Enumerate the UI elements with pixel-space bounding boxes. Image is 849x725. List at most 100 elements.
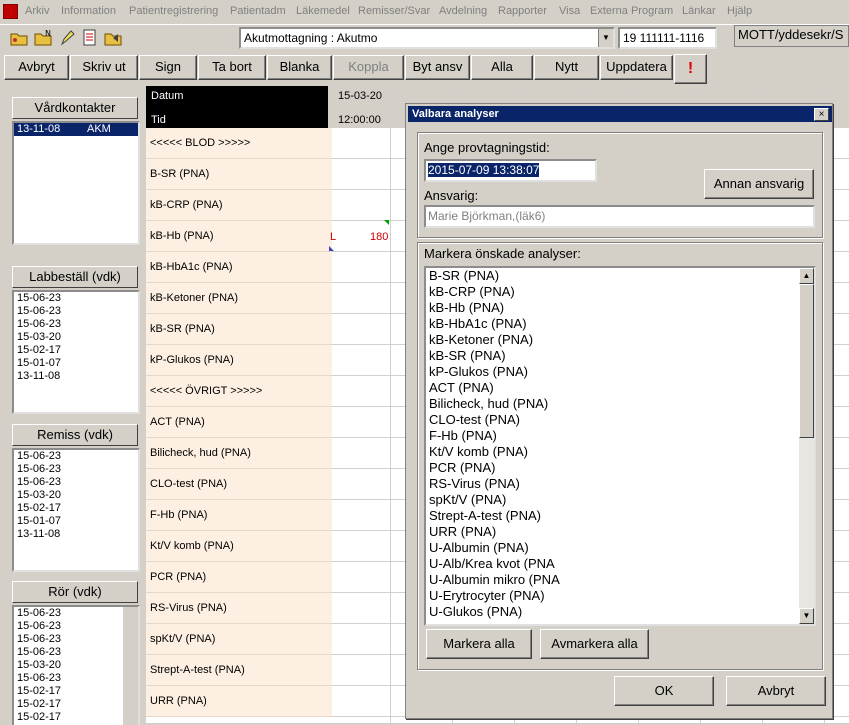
analysis-item[interactable]: PCR (PNA) <box>426 460 814 476</box>
menu-visa[interactable]: Visa <box>559 5 580 17</box>
ror-list[interactable]: 15-06-23 15-06-23 15-06-23 15-06-23 15-0… <box>12 605 140 725</box>
row-label[interactable]: kB-Hb (PNA) <box>146 221 332 252</box>
list-item[interactable]: 15-06-23 <box>14 450 138 463</box>
analysis-item[interactable]: U-Alb/Krea kvot (PNA <box>426 556 814 572</box>
list-item[interactable]: 15-06-23 <box>14 476 138 489</box>
list-item[interactable]: 13-11-08 <box>14 528 138 541</box>
byt-ansv-button[interactable]: Byt ansv <box>405 55 470 80</box>
labbestall-list[interactable]: 15-06-23 15-06-23 15-06-23 15-03-20 15-0… <box>12 290 140 414</box>
row-label[interactable]: RS-Virus (PNA) <box>146 593 332 624</box>
list-item[interactable]: 15-06-23 <box>14 607 138 620</box>
analysis-item[interactable]: RS-Virus (PNA) <box>426 476 814 492</box>
row-label[interactable]: Strept-A-test (PNA) <box>146 655 332 686</box>
vardkontakter-button[interactable]: Vårdkontakter <box>12 97 138 119</box>
scroll-down-icon[interactable]: ▼ <box>799 608 814 624</box>
row-label[interactable]: Kt/V komb (PNA) <box>146 531 332 562</box>
menu-lakemedel[interactable]: Läkemedel <box>296 5 350 17</box>
menu-remisser-svar[interactable]: Remisser/Svar <box>358 5 430 17</box>
list-item[interactable]: 15-06-23 <box>14 672 138 685</box>
provtagningstid-input[interactable]: 2015-07-09 13:38:07 <box>424 159 597 182</box>
list-item[interactable]: 15-06-23 <box>14 620 138 633</box>
row-label[interactable]: ACT (PNA) <box>146 407 332 438</box>
row-label[interactable]: kB-HbA1c (PNA) <box>146 252 332 283</box>
list-item[interactable]: 15-02-17 <box>14 344 138 357</box>
row-label[interactable]: CLO-test (PNA) <box>146 469 332 500</box>
row-label[interactable]: kB-Ketoner (PNA) <box>146 283 332 314</box>
column-header[interactable]: 15-03-20 12:00:00 <box>328 86 391 128</box>
menu-hjalp[interactable]: Hjälp <box>727 5 752 17</box>
analysis-item[interactable]: kB-HbA1c (PNA) <box>426 316 814 332</box>
row-label[interactable]: B-SR (PNA) <box>146 159 332 190</box>
menu-rapporter[interactable]: Rapporter <box>498 5 547 17</box>
list-item[interactable]: 15-06-23 <box>14 292 138 305</box>
list-item[interactable]: 15-03-20 <box>14 659 138 672</box>
row-label[interactable]: <<<<< BLOD >>>>> <box>146 128 332 159</box>
analysis-item[interactable]: kB-Hb (PNA) <box>426 300 814 316</box>
analysis-item[interactable]: spKt/V (PNA) <box>426 492 814 508</box>
labbestall-button[interactable]: Labbeställ (vdk) <box>12 266 138 288</box>
list-item[interactable]: 15-06-23 <box>14 305 138 318</box>
list-item[interactable]: 15-01-07 <box>14 357 138 370</box>
koppla-button[interactable]: Koppla <box>333 55 404 80</box>
list-item[interactable]: 15-06-23 <box>14 463 138 476</box>
row-label[interactable]: PCR (PNA) <box>146 562 332 593</box>
ror-scrollbar[interactable] <box>123 607 138 725</box>
analysis-item[interactable]: kB-Ketoner (PNA) <box>426 332 814 348</box>
analysis-item[interactable]: CLO-test (PNA) <box>426 412 814 428</box>
analysis-item[interactable]: URR (PNA) <box>426 524 814 540</box>
analysis-item[interactable]: U-Albumin mikro (PNA <box>426 572 814 588</box>
avmarkera-alla-button[interactable]: Avmarkera alla <box>540 629 649 659</box>
remiss-button[interactable]: Remiss (vdk) <box>12 424 138 446</box>
menu-patientregistrering[interactable]: Patientregistrering <box>129 5 218 17</box>
row-label[interactable]: kP-Glukos (PNA) <box>146 345 332 376</box>
analyses-scrollbar[interactable]: ▲ ▼ <box>799 268 814 624</box>
annan-ansvarig-button[interactable]: Annan ansvarig <box>704 169 814 199</box>
alert-button[interactable]: ! <box>674 54 707 84</box>
analysis-item[interactable]: kB-CRP (PNA) <box>426 284 814 300</box>
ror-button[interactable]: Rör (vdk) <box>12 581 138 603</box>
folder-arrow-icon[interactable] <box>104 29 122 47</box>
analysis-item[interactable]: F-Hb (PNA) <box>426 428 814 444</box>
analysis-item[interactable]: kB-SR (PNA) <box>426 348 814 364</box>
list-item[interactable]: 15-03-20 <box>14 489 138 502</box>
document-icon[interactable] <box>81 29 99 47</box>
vardkontakter-list[interactable]: 13-11-08 AKM <box>12 121 140 245</box>
analysis-item[interactable]: kP-Glukos (PNA) <box>426 364 814 380</box>
patient-id-field[interactable]: 19 111111-1116 <box>618 27 717 49</box>
menu-arkiv[interactable]: Arkiv <box>25 5 49 17</box>
open-folder-icon[interactable]: N <box>34 29 52 47</box>
hb-value[interactable]: 180 <box>370 231 388 243</box>
menu-patientadm[interactable]: Patientadm <box>230 5 286 17</box>
avbryt-button[interactable]: Avbryt <box>4 55 69 80</box>
app-icon[interactable] <box>3 4 18 19</box>
row-label[interactable]: kB-CRP (PNA) <box>146 190 332 221</box>
analysis-item[interactable]: Kt/V komb (PNA) <box>426 444 814 460</box>
sign-button[interactable]: Sign <box>139 55 197 80</box>
pencil-icon[interactable] <box>58 29 76 47</box>
uppdatera-button[interactable]: Uppdatera <box>600 55 673 80</box>
row-label[interactable]: <<<<< ÖVRIGT >>>>> <box>146 376 332 407</box>
unit-select[interactable]: Akutmottagning : Akutmo ▼ <box>239 27 615 49</box>
blanka-button[interactable]: Blanka <box>267 55 332 80</box>
chevron-down-icon[interactable]: ▼ <box>598 29 613 47</box>
cancel-button[interactable]: Avbryt <box>726 676 826 706</box>
list-item[interactable]: 15-01-07 <box>14 515 138 528</box>
scroll-thumb[interactable] <box>799 284 814 438</box>
nytt-button[interactable]: Nytt <box>534 55 599 80</box>
menu-lankar[interactable]: Länkar <box>682 5 716 17</box>
dialog-titlebar[interactable]: Valbara analyser × <box>408 106 832 122</box>
row-label[interactable]: spKt/V (PNA) <box>146 624 332 655</box>
list-item[interactable]: 15-03-20 <box>14 331 138 344</box>
row-label[interactable]: kB-SR (PNA) <box>146 314 332 345</box>
analyses-list[interactable]: B-SR (PNA) kB-CRP (PNA) kB-Hb (PNA) kB-HbA1… <box>424 266 816 626</box>
close-icon[interactable]: × <box>814 108 829 121</box>
list-item[interactable]: 15-02-17 <box>14 502 138 515</box>
row-label[interactable]: Bilicheck, hud (PNA) <box>146 438 332 469</box>
alla-button[interactable]: Alla <box>471 55 533 80</box>
markera-alla-button[interactable]: Markera alla <box>426 629 532 659</box>
analysis-item[interactable]: Bilicheck, hud (PNA) <box>426 396 814 412</box>
analysis-item[interactable]: B-SR (PNA) <box>426 268 814 284</box>
skriv-ut-button[interactable]: Skriv ut <box>70 55 138 80</box>
list-item[interactable]: 15-02-17 <box>14 685 138 698</box>
remiss-list[interactable]: 15-06-23 15-06-23 15-06-23 15-03-20 15-0… <box>12 448 140 572</box>
